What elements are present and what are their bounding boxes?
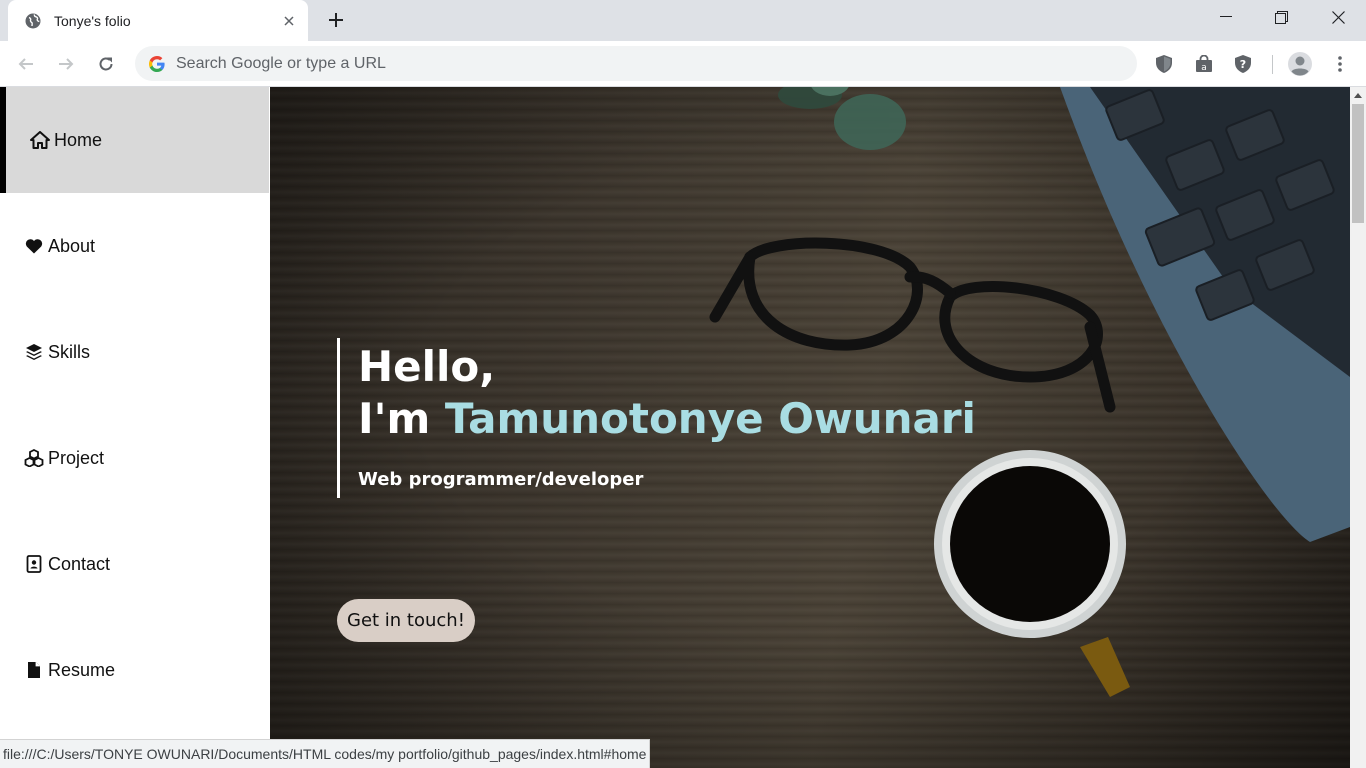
globe-icon (25, 13, 41, 29)
laptop (1060, 87, 1350, 542)
google-icon (149, 55, 165, 72)
sidebar-item-label: Skills (48, 341, 91, 362)
sidebar-item-label: Home (54, 129, 103, 150)
hero-section: Hello, I'm Tamunotonye Owunari Web progr… (270, 87, 1350, 768)
cubes-icon (24, 448, 44, 468)
close-window-icon[interactable] (1310, 0, 1366, 34)
hero-role: Web programmer/developer (358, 469, 644, 490)
restore-icon[interactable] (1253, 0, 1309, 34)
hero-intro-prefix: I'm (358, 394, 431, 443)
hero-intro: Hello, I'm Tamunotonye Owunari Web progr… (337, 338, 976, 498)
hero-name-line: I'm Tamunotonye Owunari (358, 393, 976, 445)
browser-toolbar: a ? (0, 41, 1366, 87)
toolbar-divider (1272, 55, 1273, 74)
sidebar-item-label: Resume (48, 659, 116, 680)
forward-arrow-icon[interactable] (52, 50, 80, 78)
sidebar-item-resume[interactable]: Resume (0, 617, 269, 723)
back-arrow-icon[interactable] (12, 50, 40, 78)
shopping-bag-icon[interactable]: a (1190, 50, 1218, 78)
sidebar-item-skills[interactable]: Skills (0, 299, 269, 405)
sidebar-item-about[interactable]: About (0, 193, 269, 299)
help-shield-icon[interactable]: ? (1229, 50, 1257, 78)
sidebar-item-project[interactable]: Project (0, 405, 269, 511)
layers-icon (24, 342, 44, 362)
new-tab-icon[interactable] (324, 8, 348, 32)
page-viewport: Home About Skills Project Contact Resume… (0, 87, 1366, 768)
status-bubble: file:///C:/Users/TONYE OWUNARI/Documents… (0, 739, 651, 768)
page-scrollbar[interactable] (1350, 87, 1366, 768)
sidebar-item-label: About (48, 235, 96, 256)
sidebar-nav: Home About Skills Project Contact Resume (0, 87, 270, 768)
sidebar-item-contact[interactable]: Contact (0, 511, 269, 617)
hero-name: Tamunotonye Owunari (444, 394, 976, 443)
home-icon (30, 130, 50, 150)
tab-title: Tonye's folio (54, 12, 131, 29)
sidebar-item-label: Contact (48, 553, 111, 574)
hero-greeting: Hello, (358, 342, 496, 391)
omnibox-input[interactable] (176, 54, 1076, 73)
scrollbar-thumb[interactable] (1352, 104, 1364, 223)
kebab-menu-icon[interactable] (1326, 50, 1354, 78)
browser-tab[interactable]: Tonye's folio (8, 0, 308, 41)
address-bar[interactable] (135, 46, 1137, 81)
plant-leaves (778, 87, 906, 150)
close-tab-icon[interactable] (278, 10, 300, 32)
svg-text:a: a (1201, 63, 1207, 73)
minimize-icon[interactable] (1198, 0, 1254, 34)
sidebar-item-home[interactable]: Home (0, 87, 269, 193)
heart-icon (24, 236, 44, 256)
address-card-icon (24, 554, 44, 574)
shield-icon[interactable] (1150, 50, 1178, 78)
scroll-up-arrow-icon[interactable] (1350, 87, 1366, 103)
file-icon (24, 660, 44, 680)
get-in-touch-button[interactable]: Get in touch! (337, 599, 475, 642)
profile-avatar-icon[interactable] (1286, 50, 1314, 78)
reload-icon[interactable] (92, 50, 120, 78)
sidebar-item-label: Project (48, 447, 105, 468)
svg-text:?: ? (1240, 58, 1246, 71)
tab-strip: Tonye's folio (0, 0, 1366, 41)
